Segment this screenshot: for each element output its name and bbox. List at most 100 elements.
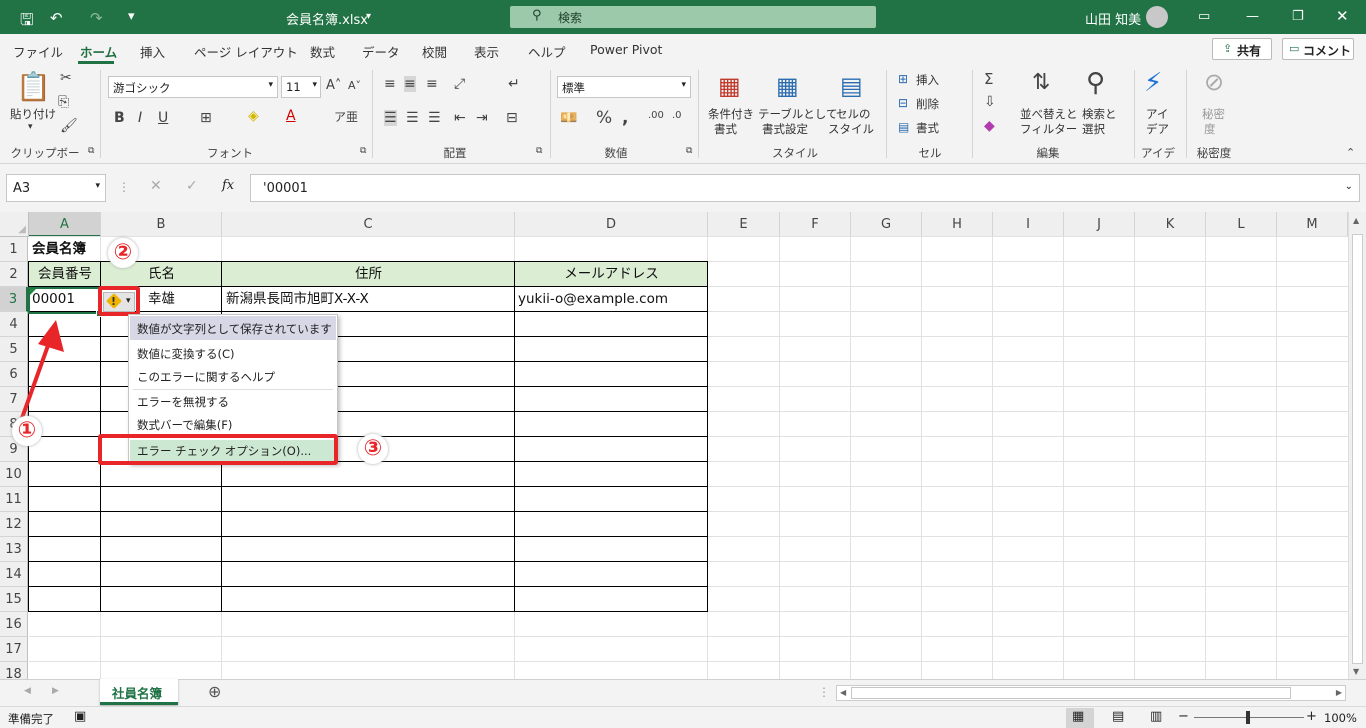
customize-toolbar-icon[interactable]: ▾ bbox=[128, 9, 135, 24]
drag-handle-icon[interactable]: ⋮ bbox=[118, 180, 130, 194]
horizontal-scrollbar[interactable]: ◀ ▶ bbox=[836, 685, 1346, 701]
table-format-label-2[interactable]: 書式設定 bbox=[762, 121, 808, 137]
cell-style-label-1[interactable]: セルの bbox=[836, 106, 871, 122]
cond-format-label-1[interactable]: 条件付き bbox=[708, 106, 754, 122]
vertical-scrollbar[interactable]: ▲ ▼ bbox=[1348, 212, 1366, 679]
row-header-15[interactable]: 15 bbox=[0, 587, 28, 612]
align-center-icon[interactable]: ☰ bbox=[406, 110, 419, 126]
clear-icon[interactable]: ◆ bbox=[984, 118, 995, 134]
row-header-16[interactable]: 16 bbox=[0, 612, 28, 637]
column-header-f[interactable]: F bbox=[780, 212, 851, 237]
column-header-j[interactable]: J bbox=[1064, 212, 1135, 237]
increase-font-icon[interactable]: A˄ bbox=[326, 78, 341, 93]
cell-style-icon[interactable]: ▤ bbox=[840, 72, 863, 100]
bold-icon[interactable]: B bbox=[114, 110, 125, 126]
scroll-up-icon[interactable]: ▲ bbox=[1353, 216, 1359, 225]
insert-cells-icon[interactable]: ⊞ bbox=[898, 72, 908, 86]
paste-icon[interactable]: 📋 bbox=[16, 70, 51, 103]
align-top-icon[interactable]: ≡ bbox=[384, 76, 396, 92]
comment-button[interactable]: ▭ コメント bbox=[1282, 38, 1354, 60]
tab-split-handle-icon[interactable]: ⋮ bbox=[818, 685, 830, 699]
row-header-17[interactable]: 17 bbox=[0, 637, 28, 662]
column-header-g[interactable]: G bbox=[851, 212, 922, 237]
select-all-corner[interactable]: ◢ bbox=[0, 212, 29, 237]
sensitivity-label-2[interactable]: 度 bbox=[1204, 121, 1216, 137]
column-header-h[interactable]: H bbox=[922, 212, 993, 237]
align-left-icon[interactable]: ☰ bbox=[384, 110, 397, 126]
font-launcher-icon[interactable]: ⧉ bbox=[360, 146, 366, 156]
format-label[interactable]: 書式 bbox=[916, 120, 939, 136]
ideas-label-2[interactable]: デア bbox=[1146, 121, 1169, 137]
sheet-tab-active[interactable]: 社員名簿 bbox=[100, 679, 178, 705]
font-color-icon[interactable]: A bbox=[286, 108, 296, 124]
comma-icon[interactable]: , bbox=[622, 108, 628, 128]
tab-insert[interactable]: 挿入 bbox=[140, 42, 165, 61]
avatar[interactable] bbox=[1146, 6, 1168, 28]
column-header-l[interactable]: L bbox=[1206, 212, 1277, 237]
user-name[interactable]: 山田 知美 bbox=[1085, 9, 1141, 28]
header-address[interactable]: 住所 bbox=[222, 262, 515, 287]
border-icon[interactable]: ⊞ bbox=[200, 110, 212, 126]
ideas-icon[interactable]: ⚡ bbox=[1144, 68, 1162, 98]
tab-formulas[interactable]: 数式 bbox=[310, 42, 335, 61]
column-header-c[interactable]: C bbox=[222, 212, 515, 237]
name-box[interactable]: A3 ▾ bbox=[6, 174, 106, 202]
tab-help[interactable]: ヘルプ bbox=[528, 42, 566, 61]
align-bottom-icon[interactable]: ≡ bbox=[426, 76, 438, 92]
zoom-slider-thumb[interactable] bbox=[1246, 711, 1250, 724]
row-header-13[interactable]: 13 bbox=[0, 537, 28, 562]
table-format-icon[interactable]: ▦ bbox=[776, 72, 799, 100]
sensitivity-label-1[interactable]: 秘密 bbox=[1202, 106, 1225, 122]
search-box[interactable]: ⚲ 検索 bbox=[510, 6, 876, 28]
row-header-1[interactable]: 1 bbox=[0, 237, 28, 262]
font-size-select[interactable]: 11 ▾ bbox=[281, 76, 321, 98]
column-header-b[interactable]: B bbox=[101, 212, 222, 237]
align-middle-icon[interactable]: ≡ bbox=[404, 76, 416, 92]
font-name-select[interactable]: 游ゴシック ▾ bbox=[108, 76, 278, 98]
cell-d3-email[interactable]: yukii-o@example.com bbox=[518, 287, 668, 312]
currency-icon[interactable]: 💴 bbox=[560, 110, 577, 126]
orientation-icon[interactable]: ⤢ bbox=[454, 76, 465, 92]
increase-indent-icon[interactable]: ⇥ bbox=[476, 110, 488, 126]
cell-b3-name[interactable]: 幸雄 bbox=[148, 287, 175, 312]
insert-function-icon[interactable]: fx bbox=[222, 178, 234, 193]
sort-filter-label-1[interactable]: 並べ替えと bbox=[1020, 106, 1078, 122]
ribbon-display-icon[interactable]: ▭ bbox=[1198, 9, 1210, 24]
sort-filter-label-2[interactable]: フィルター bbox=[1020, 121, 1077, 137]
row-header-10[interactable]: 10 bbox=[0, 462, 28, 487]
underline-icon[interactable]: U bbox=[158, 110, 168, 126]
format-painter-icon[interactable]: 🖌 bbox=[60, 118, 78, 134]
paste-label[interactable]: 貼り付け bbox=[10, 106, 56, 122]
delete-cells-icon[interactable]: ⊟ bbox=[898, 96, 908, 110]
row-header-2[interactable]: 2 bbox=[0, 262, 28, 287]
decrease-decimal-icon[interactable]: .0 bbox=[672, 110, 682, 121]
increase-decimal-icon[interactable]: .00 bbox=[648, 110, 664, 121]
align-right-icon[interactable]: ☰ bbox=[428, 110, 441, 126]
cancel-icon[interactable]: ✕ bbox=[150, 178, 162, 194]
tab-home[interactable]: ホーム bbox=[80, 42, 117, 61]
redo-icon[interactable]: ↷ bbox=[90, 9, 103, 27]
conditional-format-icon[interactable]: ▦ bbox=[718, 72, 741, 100]
formula-input[interactable]: '00001 ⌄ bbox=[250, 174, 1360, 202]
italic-icon[interactable]: I bbox=[138, 110, 142, 126]
zoom-in-icon[interactable]: + bbox=[1306, 709, 1317, 724]
restore-icon[interactable]: ❐ bbox=[1292, 9, 1304, 24]
fill-color-icon[interactable]: ◈ bbox=[248, 108, 259, 124]
tab-view[interactable]: 表示 bbox=[474, 42, 499, 61]
chevron-down-icon[interactable]: ⌄ bbox=[1345, 181, 1353, 192]
cell-c3-address[interactable]: 新潟県長岡市旭町X-X-X bbox=[226, 287, 369, 312]
number-format-select[interactable]: 標準 ▾ bbox=[557, 76, 691, 98]
menu-item-edit-formula-bar[interactable]: 数式バーで編集(F) bbox=[137, 417, 232, 433]
minimize-icon[interactable]: — bbox=[1246, 9, 1259, 24]
autosum-icon[interactable]: Σ bbox=[984, 70, 993, 88]
table-format-label-1[interactable]: テーブルとして bbox=[758, 106, 837, 122]
wrap-text-icon[interactable]: ↵ bbox=[508, 76, 520, 92]
delete-label[interactable]: 削除 bbox=[916, 96, 939, 112]
cell-a1-title[interactable]: 会員名簿 bbox=[32, 237, 86, 262]
sort-filter-icon[interactable]: ⇅ bbox=[1032, 70, 1050, 95]
tab-power-pivot[interactable]: Power Pivot bbox=[590, 42, 662, 57]
page-layout-view-icon[interactable]: ▤ bbox=[1112, 709, 1124, 724]
add-sheet-icon[interactable]: ⊕ bbox=[208, 682, 221, 701]
fill-icon[interactable]: ⇩ bbox=[984, 94, 996, 110]
collapse-ribbon-icon[interactable]: ⌃ bbox=[1346, 146, 1355, 159]
